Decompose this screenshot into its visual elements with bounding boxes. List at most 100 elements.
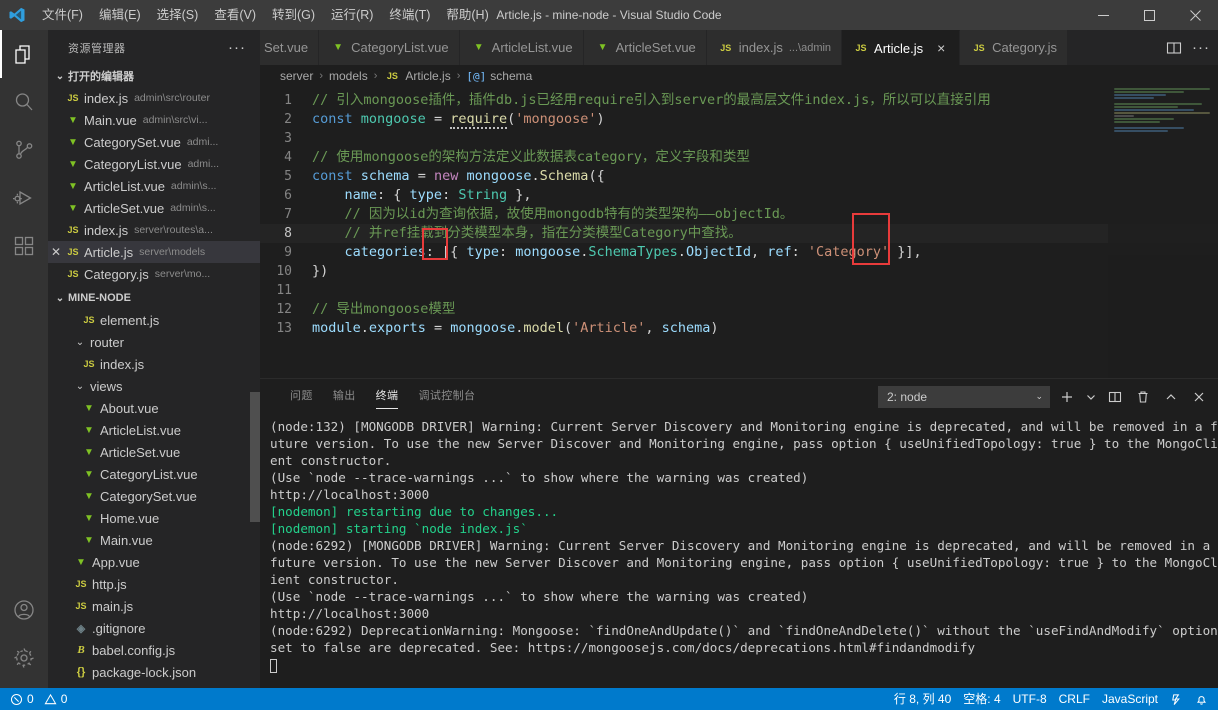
panel-tab-problems[interactable]: 问题 [280,379,323,414]
terminal-selector[interactable]: 2: node ⌄ [878,386,1050,408]
source-control-icon[interactable] [0,126,48,174]
menu-run[interactable]: 运行(R) [323,0,381,30]
indentation[interactable]: 空格: 4 [957,688,1006,710]
kill-terminal-icon[interactable] [1132,386,1154,408]
maximize-icon[interactable] [1126,0,1172,30]
open-editor-item[interactable]: ▼ArticleList.vueadmin\s... [48,175,260,197]
file-name: About.vue [100,401,159,416]
panel-tab-terminal[interactable]: 终端 [366,379,409,414]
maximize-panel-icon[interactable] [1160,386,1182,408]
menu-terminal[interactable]: 终端(T) [381,0,438,30]
chevron-down-icon: ⌄ [52,293,68,304]
editor-tab[interactable]: ▼CategoryList.vue [319,30,460,65]
minimap[interactable] [1108,87,1218,378]
sidebar-title-label: 资源管理器 [68,40,126,56]
notifications-bell-icon[interactable] [1189,688,1214,710]
accounts-icon[interactable] [0,586,48,634]
open-editor-item[interactable]: ▼CategorySet.vueadmi... [48,131,260,153]
prettier-icon[interactable] [1164,688,1189,710]
file-row[interactable]: ▼ArticleList.vue [48,419,260,441]
file-row[interactable]: {}package-lock.json [48,661,260,683]
vue-file-icon: ▼ [470,42,488,53]
file-row[interactable]: ▼ArticleSet.vue [48,441,260,463]
editor-tab[interactable]: JSArticle.js× [842,30,960,65]
terminal-output[interactable]: (node:132) [MONGODB DRIVER] Warning: Cur… [260,414,1218,688]
extensions-icon[interactable] [0,222,48,270]
minimize-icon[interactable] [1080,0,1126,30]
terminal-dropdown-icon[interactable] [1084,386,1098,408]
status-bar-right: 行 8, 列 40 空格: 4 UTF-8 CRLF JavaScript [888,688,1214,710]
new-terminal-icon[interactable] [1056,386,1078,408]
open-editor-path: admin\src\vi... [143,114,208,126]
sidebar-more-actions-icon[interactable]: ··· [228,39,252,56]
run-debug-icon[interactable] [0,174,48,222]
editor-tab-bar: ▼ Set.vue ▼CategoryList.vue▼ArticleList.vu… [260,30,1218,65]
explorer-icon[interactable] [0,30,48,78]
language-mode[interactable]: JavaScript [1096,688,1164,710]
settings-gear-icon[interactable] [0,634,48,682]
panel-tab-output[interactable]: 输出 [323,379,366,414]
error-count[interactable]: 0 0 [4,688,73,710]
menu-view[interactable]: 查看(V) [206,0,264,30]
breadcrumb-item[interactable]: server [280,69,313,83]
file-row[interactable]: ▼CategorySet.vue [48,485,260,507]
open-editor-item[interactable]: JSCategory.jsserver\mo... [48,263,260,285]
file-row[interactable]: JSelement.js [48,309,260,331]
file-row[interactable]: ▼Main.vue [48,529,260,551]
section-open-editors[interactable]: ⌄ 打开的编辑器 [48,65,260,87]
file-row[interactable]: ▼About.vue [48,397,260,419]
terminal-line: (node:6292) [MONGODB DRIVER] Warning: Cu… [270,537,1218,588]
split-terminal-icon[interactable] [1104,386,1126,408]
close-panel-icon[interactable] [1188,386,1210,408]
more-actions-icon[interactable]: ··· [1192,39,1210,56]
section-workspace-folder[interactable]: ⌄ MINE-NODE [48,287,260,309]
editor-tab[interactable]: ▼ArticleSet.vue [584,30,707,65]
code-editor[interactable]: 1// 引入mongoose插件，插件db.js已经用require引入到ser… [260,87,1218,378]
code-token: ref [767,244,791,260]
open-editor-name: ArticleList.vue [84,179,165,194]
file-row[interactable]: ◈.gitignore [48,617,260,639]
line-number: 11 [260,281,312,300]
folder-row[interactable]: ⌄views [48,375,260,397]
file-row[interactable]: Bbabel.config.js [48,639,260,661]
open-editor-item[interactable]: ▼CategoryList.vueadmi... [48,153,260,175]
file-row[interactable]: ▼Home.vue [48,507,260,529]
close-icon[interactable] [1172,0,1218,30]
editor-tab-label: Set.vue [264,40,308,55]
eol[interactable]: CRLF [1053,688,1096,710]
open-editor-item[interactable]: ✕JSArticle.jsserver\models [48,241,260,263]
encoding[interactable]: UTF-8 [1007,688,1053,710]
breadcrumb-item[interactable]: models [329,69,368,83]
menu-selection[interactable]: 选择(S) [149,0,207,30]
code-line-text: categories: [{ type: mongoose.SchemaType… [312,243,922,262]
code-token [312,244,345,260]
breadcrumb-item[interactable]: [@]schema [466,69,532,83]
open-editor-item[interactable]: JSindex.jsserver\routes\a... [48,219,260,241]
menu-help[interactable]: 帮助(H) [438,0,496,30]
file-row[interactable]: JShttp.js [48,573,260,595]
terminal-line: [nodemon] starting `node index.js` [270,520,1218,537]
close-icon[interactable]: ✕ [48,245,64,259]
file-row[interactable]: ▼CategoryList.vue [48,463,260,485]
editor-tab[interactable]: JSindex.js...\admin [707,30,842,65]
cursor-position[interactable]: 行 8, 列 40 [888,688,957,710]
file-row[interactable]: ▼App.vue [48,551,260,573]
open-editor-item[interactable]: ▼ArticleSet.vueadmin\s... [48,197,260,219]
search-icon[interactable] [0,78,48,126]
menu-goto[interactable]: 转到(G) [264,0,323,30]
close-icon[interactable]: × [933,40,949,56]
menu-file[interactable]: 文件(F) [34,0,91,30]
panel-tab-debug-console[interactable]: 调试控制台 [408,379,485,414]
sidebar-scrollbar[interactable] [250,392,260,522]
editor-tab[interactable]: JSCategory.js [960,30,1068,65]
split-editor-icon[interactable] [1166,40,1182,56]
javascript-file-icon: JS [80,315,98,325]
open-editor-item[interactable]: ▼Main.vueadmin\src\vi... [48,109,260,131]
breadcrumb-item[interactable]: JSArticle.js [383,69,450,83]
menu-edit[interactable]: 编辑(E) [91,0,149,30]
open-editor-item[interactable]: JSindex.jsadmin\src\router [48,87,260,109]
file-row[interactable]: JSmain.js [48,595,260,617]
folder-row[interactable]: ⌄router [48,331,260,353]
editor-tab[interactable]: ▼ArticleList.vue [460,30,584,65]
file-row[interactable]: JSindex.js [48,353,260,375]
